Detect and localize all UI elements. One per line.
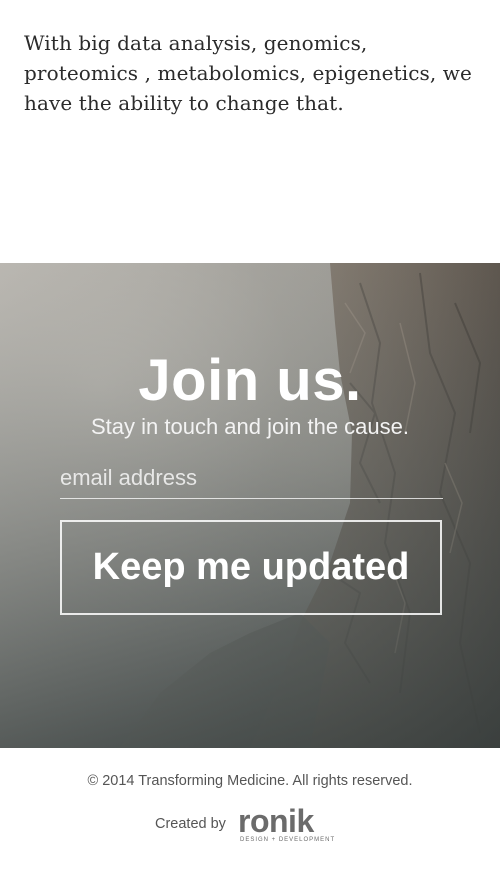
ronik-logo-text: ronik — [238, 803, 314, 839]
signup-section: Join us. Stay in touch and join the caus… — [0, 263, 500, 748]
email-field[interactable] — [60, 458, 443, 499]
join-subtitle: Stay in touch and join the cause. — [91, 414, 409, 439]
created-by-label: Created by — [155, 816, 226, 832]
copyright-text: © 2014 Transforming Medicine. All rights… — [87, 773, 413, 789]
mountain-background-image — [0, 263, 500, 748]
ronik-logo-link[interactable]: ronik DESIGN + DEVELOPMENT — [238, 803, 336, 847]
intro-paragraph: With big data analysis, genomics, proteo… — [24, 31, 472, 115]
ronik-logo-tagline: DESIGN + DEVELOPMENT — [240, 837, 336, 843]
join-title: Join us. — [138, 348, 362, 413]
keep-me-updated-button[interactable]: Keep me updated — [60, 520, 442, 615]
